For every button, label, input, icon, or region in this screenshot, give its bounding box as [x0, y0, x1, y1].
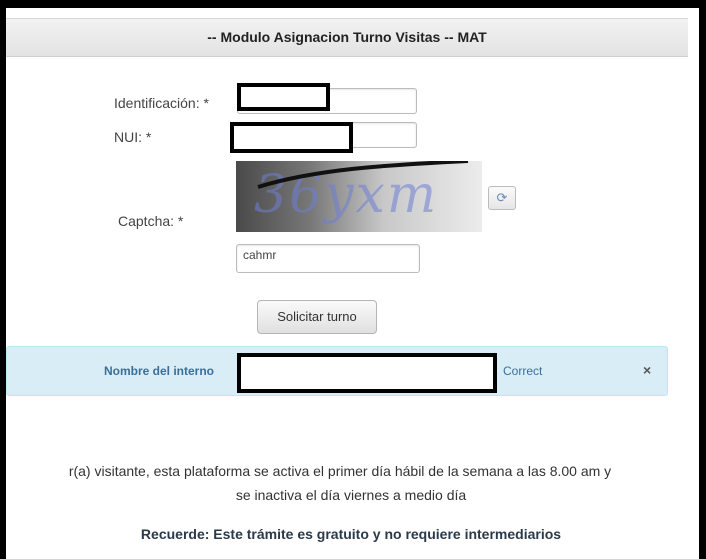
close-icon[interactable]: ×: [643, 362, 651, 378]
solicitar-turno-button[interactable]: Solicitar turno: [257, 300, 377, 334]
page-title: -- Modulo Asignacion Turno Visitas -- MA…: [6, 18, 688, 57]
redaction-box: [237, 353, 497, 393]
identificacion-label: Identificación: *: [114, 95, 209, 111]
redaction-box: [237, 83, 330, 111]
notice-line-2: se inactiva el día viernes a medio día: [235, 487, 467, 503]
reminder-text: Recuerde: Este trámite es gratuito y no …: [140, 526, 562, 542]
captcha-noise-line: [257, 161, 469, 189]
captcha-label: Captcha: *: [118, 213, 184, 229]
main-panel: -- Modulo Asignacion Turno Visitas -- MA…: [0, 0, 706, 559]
refresh-captcha-button[interactable]: ⟳: [488, 186, 516, 210]
captcha-input[interactable]: cahmr: [236, 244, 420, 273]
alert-status: Correct: [503, 364, 543, 378]
refresh-icon: ⟳: [496, 190, 508, 205]
captcha-image: 36yxm: [236, 161, 482, 232]
alert-label: Nombre del interno: [104, 364, 215, 378]
notice-text: r(a) visitante, esta plataforma se activ…: [6, 459, 696, 507]
redaction-box: [230, 122, 353, 153]
notice-line-1: r(a) visitante, esta plataforma se activ…: [68, 463, 612, 479]
nui-label: NUI: *: [114, 129, 152, 145]
